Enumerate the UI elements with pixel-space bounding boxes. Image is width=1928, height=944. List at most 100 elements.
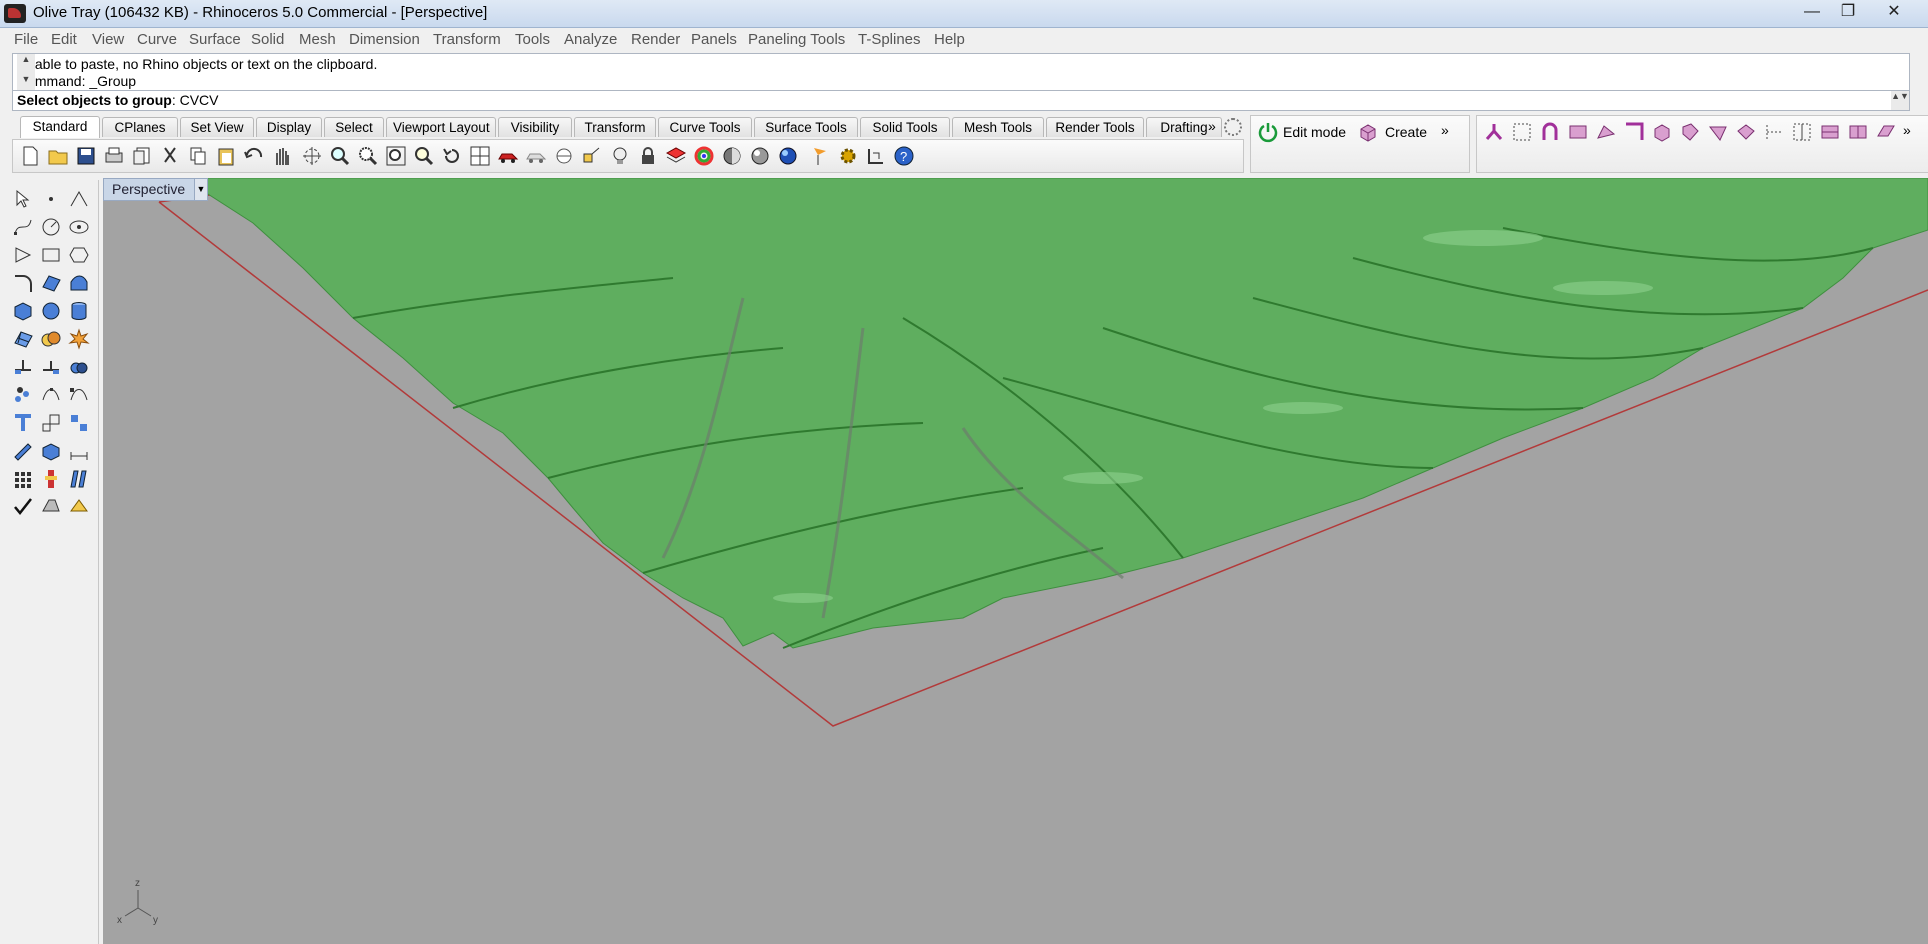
tab-solid-tools[interactable]: Solid Tools bbox=[860, 117, 950, 137]
explode-icon[interactable] bbox=[68, 328, 90, 350]
tsplines-tools-overflow-button[interactable]: » bbox=[1903, 122, 1911, 138]
dimension-icon[interactable] bbox=[865, 145, 887, 167]
light-bulb-icon[interactable] bbox=[609, 145, 631, 167]
zoom-icon[interactable] bbox=[329, 145, 351, 167]
ellipse-icon[interactable] bbox=[68, 216, 90, 238]
create-cube-icon[interactable] bbox=[1357, 121, 1379, 143]
menu-help[interactable]: Help bbox=[934, 31, 965, 48]
viewport-menu-dropdown[interactable]: ▼ bbox=[194, 178, 208, 201]
lock-icon[interactable] bbox=[637, 145, 659, 167]
tspline-icon[interactable] bbox=[1875, 121, 1897, 143]
tspline-icon[interactable] bbox=[1595, 121, 1617, 143]
print-icon[interactable] bbox=[103, 145, 125, 167]
rotate-view-icon[interactable] bbox=[301, 145, 323, 167]
material-icon[interactable] bbox=[68, 496, 90, 518]
tab-viewport-layout[interactable]: Viewport Layout bbox=[386, 117, 496, 137]
tab-surface-tools[interactable]: Surface Tools bbox=[754, 117, 858, 137]
contour-icon[interactable] bbox=[40, 440, 62, 462]
menu-t-splines[interactable]: T-Splines bbox=[858, 31, 921, 48]
tabs-overflow-button[interactable]: » bbox=[1208, 118, 1216, 134]
copy-icon[interactable] bbox=[187, 145, 209, 167]
tspline-icon[interactable] bbox=[1651, 121, 1673, 143]
tspline-icon[interactable] bbox=[1763, 121, 1785, 143]
tspline-icon[interactable] bbox=[1539, 121, 1561, 143]
import-icon[interactable] bbox=[131, 145, 153, 167]
color-wheel-icon[interactable] bbox=[693, 145, 715, 167]
menu-solid[interactable]: Solid bbox=[251, 31, 284, 48]
tspline-icon[interactable] bbox=[1679, 121, 1701, 143]
polygon-icon[interactable] bbox=[68, 244, 90, 266]
tab-visibility[interactable]: Visibility bbox=[498, 117, 572, 137]
tspline-icon[interactable] bbox=[1735, 121, 1757, 143]
select-arrow-icon[interactable] bbox=[12, 188, 34, 210]
menu-surface[interactable]: Surface bbox=[189, 31, 241, 48]
save-icon[interactable] bbox=[75, 145, 97, 167]
menu-panels[interactable]: Panels bbox=[691, 31, 737, 48]
new-file-icon[interactable] bbox=[19, 145, 41, 167]
perspective-viewport[interactable]: z x y bbox=[103, 178, 1928, 944]
linear-dimension-icon[interactable] bbox=[68, 440, 90, 462]
tab-standard[interactable]: Standard bbox=[20, 116, 100, 138]
power-icon[interactable] bbox=[1257, 121, 1279, 143]
command-history-scrollbar[interactable]: ▲ ▼ bbox=[17, 54, 35, 91]
menu-curve[interactable]: Curve bbox=[137, 31, 177, 48]
trim-icon[interactable] bbox=[12, 356, 34, 378]
close-button[interactable]: ✕ bbox=[1878, 2, 1910, 22]
minimize-button[interactable]: — bbox=[1796, 2, 1828, 22]
array-grid-icon[interactable] bbox=[12, 468, 34, 490]
tspline-icon[interactable] bbox=[1819, 121, 1841, 143]
render-sphere-icon[interactable] bbox=[749, 145, 771, 167]
tspline-icon[interactable] bbox=[1483, 121, 1505, 143]
menu-file[interactable]: File bbox=[14, 31, 38, 48]
viewport-title-tab[interactable]: Perspective bbox=[103, 178, 195, 201]
tab-set-view[interactable]: Set View bbox=[180, 117, 254, 137]
tspline-icon[interactable] bbox=[1567, 121, 1589, 143]
boolean-icon[interactable] bbox=[40, 328, 62, 350]
help-icon[interactable]: ? bbox=[893, 145, 915, 167]
menu-edit[interactable]: Edit bbox=[51, 31, 77, 48]
group-icon[interactable] bbox=[12, 384, 34, 406]
render-mesh-icon[interactable] bbox=[40, 496, 62, 518]
zoom-extents-icon[interactable] bbox=[385, 145, 407, 167]
render-blue-sphere-icon[interactable] bbox=[777, 145, 799, 167]
material-sphere-icon[interactable] bbox=[721, 145, 743, 167]
ghosted-car-icon[interactable] bbox=[525, 145, 547, 167]
menu-render[interactable]: Render bbox=[631, 31, 680, 48]
scale-icon[interactable] bbox=[40, 412, 62, 434]
menu-dimension[interactable]: Dimension bbox=[349, 31, 420, 48]
maximize-button[interactable]: ❐ bbox=[1832, 2, 1864, 22]
split-icon[interactable] bbox=[40, 356, 62, 378]
distance-icon[interactable] bbox=[68, 468, 90, 490]
tab-transform[interactable]: Transform bbox=[574, 117, 656, 137]
tspline-icon[interactable] bbox=[1791, 121, 1813, 143]
array-icon[interactable] bbox=[68, 412, 90, 434]
tab-display[interactable]: Display bbox=[256, 117, 322, 137]
rhino-app-icon[interactable] bbox=[4, 4, 26, 23]
paste-icon[interactable] bbox=[215, 145, 237, 167]
menu-tools[interactable]: Tools bbox=[515, 31, 550, 48]
options-gear-icon[interactable] bbox=[837, 145, 859, 167]
check-icon[interactable] bbox=[12, 496, 34, 518]
open-folder-icon[interactable] bbox=[47, 145, 69, 167]
analyze-icon[interactable] bbox=[40, 468, 62, 490]
tspline-icon[interactable] bbox=[1707, 121, 1729, 143]
pan-hand-icon[interactable] bbox=[271, 145, 293, 167]
polyline-icon[interactable] bbox=[68, 188, 90, 210]
point-icon[interactable] bbox=[40, 188, 62, 210]
viewport-layout-icon[interactable] bbox=[469, 145, 491, 167]
menu-mesh[interactable]: Mesh bbox=[299, 31, 336, 48]
create-button[interactable]: Create bbox=[1385, 124, 1427, 140]
object-snap-icon[interactable] bbox=[581, 145, 603, 167]
tab-render-tools[interactable]: Render Tools bbox=[1046, 117, 1144, 137]
mesh-icon[interactable] bbox=[12, 328, 34, 350]
tab-cplanes[interactable]: CPlanes bbox=[102, 117, 178, 137]
tsplines-overflow-button[interactable]: » bbox=[1441, 122, 1449, 138]
tab-mesh-tools[interactable]: Mesh Tools bbox=[952, 117, 1044, 137]
tspline-icon[interactable] bbox=[1511, 121, 1533, 143]
box-icon[interactable] bbox=[12, 300, 34, 322]
text-icon[interactable] bbox=[12, 412, 34, 434]
rendered-car-icon[interactable] bbox=[497, 145, 519, 167]
curve-icon[interactable] bbox=[12, 216, 34, 238]
layer-icon[interactable] bbox=[665, 145, 687, 167]
tab-select[interactable]: Select bbox=[324, 117, 384, 137]
